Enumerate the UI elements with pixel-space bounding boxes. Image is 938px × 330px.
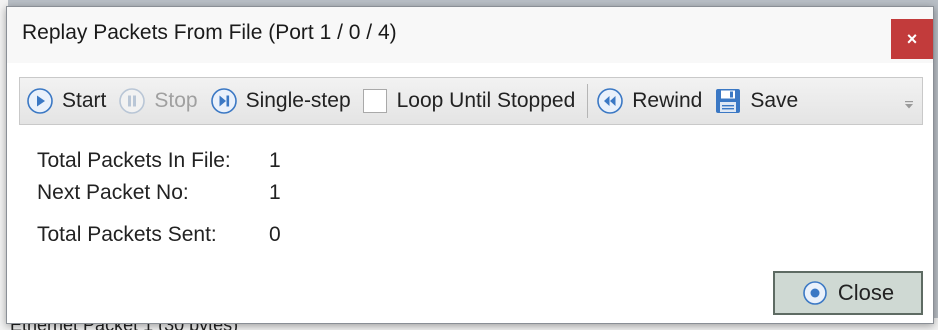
total-packets-sent-value: 0 xyxy=(269,223,281,246)
dialog-title: Replay Packets From File (Port 1 / 0 / 4… xyxy=(22,21,397,44)
stop-circle-icon xyxy=(803,281,827,305)
pause-icon xyxy=(119,88,146,114)
screen: Ethernet Packet 1 (30 bytes) Replay Pack… xyxy=(0,0,938,330)
close-button-label: Close xyxy=(837,280,895,305)
play-icon xyxy=(27,88,53,114)
loop-label: Loop Until Stopped xyxy=(396,89,576,112)
single-step-button[interactable]: Single-step xyxy=(210,81,351,121)
rewind-button[interactable]: Rewind xyxy=(596,81,702,121)
start-label: Start xyxy=(62,89,107,112)
loop-until-stopped-toggle[interactable]: Loop Until Stopped xyxy=(362,81,576,121)
stop-label: Stop xyxy=(154,89,198,112)
close-window-button[interactable]: × xyxy=(891,19,933,59)
save-label: Save xyxy=(750,89,799,112)
rewind-label: Rewind xyxy=(632,89,703,112)
loop-checkbox[interactable] xyxy=(362,89,387,113)
replay-toolbar: Start Stop Single-step Loop Until Stoppe… xyxy=(19,77,923,125)
dialog-titlebar: Replay Packets From File (Port 1 / 0 / 4… xyxy=(7,7,933,63)
total-packets-sent-label: Total Packets Sent: xyxy=(37,223,217,246)
stop-button[interactable]: Stop xyxy=(118,81,198,121)
save-button[interactable]: Save xyxy=(714,81,798,121)
start-button[interactable]: Start xyxy=(26,81,106,121)
close-icon: × xyxy=(906,28,918,49)
step-forward-icon xyxy=(210,88,237,114)
next-packet-label: Next Packet No: xyxy=(37,181,189,204)
total-packets-in-file-label: Total Packets In File: xyxy=(37,149,231,172)
floppy-disk-icon xyxy=(716,89,741,113)
toolbar-overflow-icon[interactable] xyxy=(904,100,914,110)
single-step-label: Single-step xyxy=(245,89,351,112)
next-packet-value: 1 xyxy=(269,181,281,204)
total-packets-in-file-value: 1 xyxy=(269,149,281,172)
toolbar-separator xyxy=(587,84,589,118)
replay-packets-dialog: Replay Packets From File (Port 1 / 0 / 4… xyxy=(6,6,934,324)
rewind-icon xyxy=(597,88,624,114)
close-button[interactable]: Close xyxy=(773,271,923,315)
